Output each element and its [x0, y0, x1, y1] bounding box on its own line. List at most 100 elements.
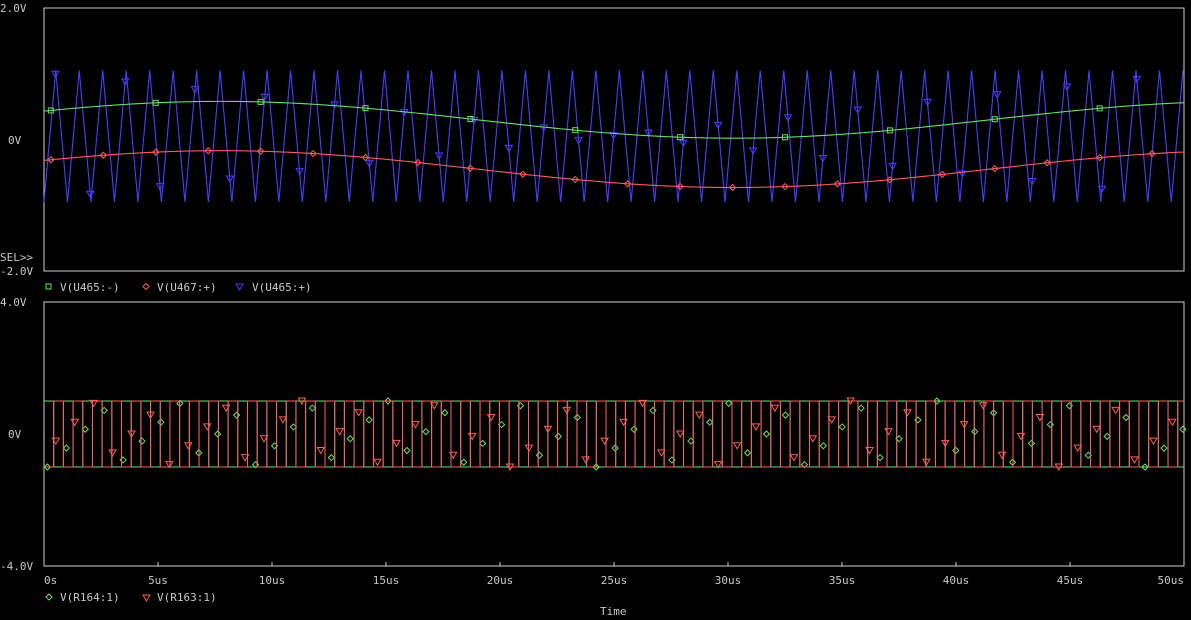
marker-r163: [335, 428, 345, 436]
square-marker-icon: [45, 283, 52, 290]
marker-r163: [789, 454, 799, 462]
marker-r164: [403, 446, 411, 455]
marker-r163: [1073, 444, 1083, 453]
marker-r164: [232, 411, 241, 419]
marker-r163: [411, 421, 420, 429]
marker-r163: [354, 409, 364, 417]
triangle-marker-icon: [235, 283, 244, 291]
bottom-y-tick-min: -4.0V: [0, 560, 33, 573]
legend-item-r164[interactable]: V(R164:1): [45, 591, 120, 604]
marker-r163: [316, 447, 326, 455]
x-tick-label: 35us: [829, 574, 856, 587]
legend-label: V(U465:-): [60, 281, 120, 294]
marker-r164: [214, 430, 222, 438]
x-tick-label: 30us: [715, 574, 742, 587]
legend-item-u465-minus[interactable]: V(U465:-): [45, 281, 120, 294]
x-tick-label: 45us: [1057, 574, 1084, 587]
bottom-y-tick-zero: 0V: [8, 428, 22, 441]
marker-r164: [422, 427, 430, 436]
legend-item-u467-plus[interactable]: V(U467:+): [142, 281, 217, 294]
legend-item-u465-plus[interactable]: V(U465:+): [235, 281, 312, 294]
marker-r163: [1149, 437, 1158, 446]
bottom-legend: V(R164:1) V(R163:1): [45, 591, 217, 604]
marker-r164: [308, 404, 317, 412]
marker-r164: [762, 430, 771, 438]
sel-marker: SEL>>: [0, 251, 33, 264]
marker-r164: [876, 453, 884, 462]
marker-r164: [630, 425, 638, 433]
x-tick-label: 50us: [1158, 574, 1185, 587]
marker-r164: [62, 444, 71, 452]
marker-r164: [649, 406, 657, 415]
top-y-tick-max: 2.0V: [0, 2, 27, 15]
legend-label: V(U467:+): [157, 281, 217, 294]
marker-r163: [202, 423, 212, 431]
marker-r163: [619, 418, 628, 427]
marker-r164: [706, 418, 714, 426]
marker-r163: [865, 447, 874, 455]
top-plot-frame: [43, 7, 1185, 272]
x-tick-label: 5us: [148, 574, 168, 587]
marker-r164: [535, 451, 544, 459]
marker-r164: [1027, 439, 1036, 448]
marker-r164: [819, 442, 828, 450]
top-traces: [43, 70, 1185, 203]
marker-r163: [108, 449, 117, 457]
marker-r163: [675, 430, 685, 438]
marker-r163: [70, 418, 80, 427]
legend-item-r163[interactable]: V(R163:1): [142, 591, 217, 604]
marker-r163: [1167, 418, 1177, 427]
marker-r164: [1103, 432, 1111, 441]
marker-r163: [392, 439, 401, 448]
marker-r164: [157, 418, 165, 426]
marker-r164: [611, 444, 619, 452]
marker-r163: [467, 432, 477, 441]
marker-r163: [1130, 456, 1139, 464]
bottom-traces: [43, 397, 1187, 471]
x-tick-label: 25us: [601, 574, 628, 587]
marker-r164: [952, 446, 960, 455]
marker-r164: [1179, 425, 1187, 433]
marker-r163: [1111, 406, 1120, 415]
marker-r164: [857, 404, 865, 412]
legend-label: V(U465:+): [252, 281, 312, 294]
marker-r164: [1046, 420, 1055, 429]
marker-r163: [1092, 425, 1102, 434]
marker-r164: [441, 409, 449, 417]
marker-r163: [373, 458, 382, 467]
top-plot[interactable]: 2.0V 0V -2.0V SEL>>: [0, 2, 1185, 278]
bottom-plot[interactable]: 4.0V 0V -4.0V 0s 5us 10us 15us 20us 25us 30us 3…: [0, 296, 1187, 587]
marker-r163: [694, 411, 704, 420]
marker-r163: [600, 437, 610, 446]
marker-r163: [751, 423, 761, 431]
legend-label: V(R164:1): [60, 591, 120, 604]
diamond-marker-icon: [45, 593, 53, 601]
marker-r164: [743, 449, 752, 457]
pspice-plot-window: 2.0V 0V -2.0V SEL>> V(U465:-) V(U467:+) …: [0, 2, 1187, 618]
marker-r163: [997, 451, 1007, 460]
x-tick-label: 20us: [487, 574, 514, 587]
legend-label: V(R163:1): [157, 591, 217, 604]
marker-r164: [460, 458, 468, 466]
top-legend: V(U465:-) V(U467:+) V(U465:+): [45, 281, 312, 294]
marker-r163: [808, 435, 818, 443]
x-axis-title: Time: [600, 605, 627, 618]
marker-r164: [781, 411, 790, 419]
marker-r163: [183, 442, 193, 450]
marker-r163: [732, 442, 742, 450]
marker-r163: [221, 404, 231, 413]
marker-r163: [978, 402, 988, 410]
marker-r164: [365, 416, 373, 424]
marker-r163: [921, 458, 931, 467]
marker-r164: [478, 439, 487, 448]
marker-r164: [838, 423, 846, 431]
marker-r164: [554, 432, 563, 441]
top-y-tick-zero: 0V: [8, 134, 22, 147]
marker-r164: [138, 437, 146, 445]
marker-r164: [1122, 413, 1130, 422]
diamond-marker-icon: [142, 282, 150, 291]
x-tick-label: 15us: [373, 574, 400, 587]
marker-r163: [770, 404, 780, 413]
x-tick-label: 40us: [943, 574, 970, 587]
x-tick-label: 0s: [44, 574, 57, 587]
